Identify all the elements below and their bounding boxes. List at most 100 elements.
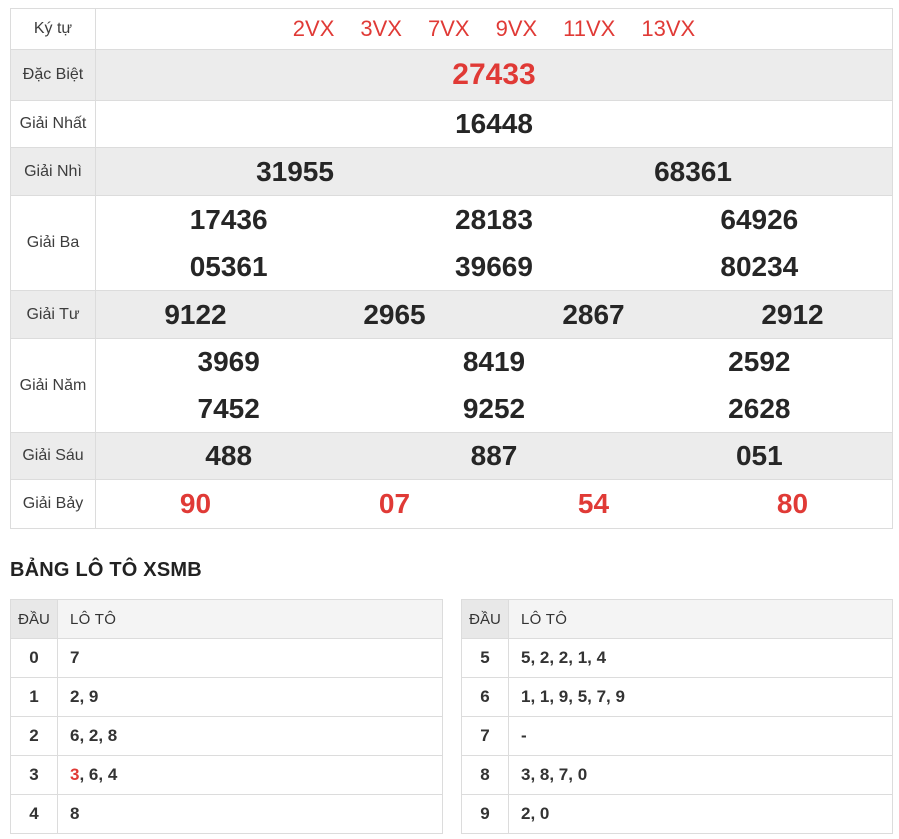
loto-row: 5 5, 2, 2, 1, 4	[462, 638, 892, 677]
loto-values-cell: 6, 2, 8	[58, 717, 442, 755]
prize-value: 90	[179, 488, 212, 519]
loto-values-cell: 2, 0	[509, 795, 892, 833]
row-label: Giải Nhì	[11, 148, 96, 195]
dau-cell: 2	[11, 717, 58, 755]
symbol-codes: 2VX 3VX 7VX 9VX 11VX 13VX	[96, 9, 892, 49]
symbol-code: 13VX	[641, 16, 696, 41]
result-row-giai-nam: Giải Năm 3969 8419 2592 7452 9252 2628	[11, 338, 892, 432]
loto-values: 8	[70, 804, 80, 823]
prize-values: 90 07 54 80	[96, 480, 892, 528]
loto-values: 3, 8, 7, 0	[521, 765, 588, 784]
loto-row: 1 2, 9	[11, 677, 442, 716]
results-table: Ký tự 2VX 3VX 7VX 9VX 11VX 13VX Đặc Biệt…	[10, 8, 893, 529]
prize-value: 2965	[363, 298, 426, 330]
prize-value: 05361	[189, 250, 268, 282]
result-row-giai-tu: Giải Tư 9122 2965 2867 2912	[11, 290, 892, 338]
result-row-giai-nhi: Giải Nhì 31955 68361	[11, 147, 892, 195]
dau-cell: 9	[462, 795, 509, 833]
loto-values-cell: 7	[58, 639, 442, 677]
symbol-code: 3VX	[360, 16, 402, 41]
prize-values: 488 887 051	[96, 433, 892, 479]
row-label: Giải Bảy	[11, 480, 96, 528]
loto-values: 1, 1, 9, 5, 7, 9	[521, 687, 625, 706]
prize-values: 9122 2965 2867 2912	[96, 291, 892, 338]
loto-values: -	[521, 726, 527, 745]
prize-value: 68361	[654, 155, 732, 187]
result-row-ky-tu: Ký tự 2VX 3VX 7VX 9VX 11VX 13VX	[11, 9, 892, 49]
loto-row: 3 3, 6, 4	[11, 755, 442, 794]
loto-tables: ĐẦU LÔ TÔ 0 7 1 2, 9 2 6, 2, 8 3 3, 6, 4…	[10, 599, 893, 834]
prize-values: 27433	[96, 50, 892, 100]
prize-value: 2628	[728, 392, 791, 424]
loto-values: 5, 2, 2, 1, 4	[521, 648, 607, 667]
loto-red-value: 3	[70, 765, 80, 784]
loto-values: 6, 2, 8	[70, 726, 118, 745]
loto-values: , 6, 4	[79, 765, 118, 784]
loto-values-cell: 2, 9	[58, 678, 442, 716]
symbol-code: 7VX	[427, 16, 470, 41]
row-label: Ký tự	[11, 9, 96, 49]
dau-cell: 5	[462, 639, 509, 677]
symbol-code: 11VX	[563, 16, 616, 41]
result-row-giai-sau: Giải Sáu 488 887 051	[11, 432, 892, 479]
dau-cell: 4	[11, 795, 58, 833]
prize-value: 16448	[455, 108, 533, 139]
prize-value: 9252	[462, 392, 526, 424]
dau-header-cell: ĐẦU	[462, 600, 509, 638]
prize-values: 31955 68361	[96, 148, 892, 195]
loto-row: 4 8	[11, 794, 442, 833]
prize-value: 27433	[452, 58, 536, 91]
dau-cell: 0	[11, 639, 58, 677]
loto-header-row: ĐẦU LÔ TÔ	[11, 600, 442, 638]
dau-cell: 3	[11, 756, 58, 794]
loto-header-cell: LÔ TÔ	[58, 600, 442, 638]
loto-values: 2, 0	[521, 804, 550, 823]
symbol-code: 2VX	[292, 16, 335, 41]
prize-value: 9122	[164, 298, 227, 330]
loto-row: 6 1, 1, 9, 5, 7, 9	[462, 677, 892, 716]
prize-value: 28183	[455, 203, 533, 235]
loto-section-heading: BẢNG LÔ TÔ XSMB	[10, 559, 202, 581]
row-label: Giải Năm	[11, 339, 96, 432]
prize-value: 887	[470, 440, 518, 471]
row-label: Giải Nhất	[11, 101, 96, 147]
loto-values: 2, 9	[70, 687, 99, 706]
loto-values-cell: 3, 6, 4	[58, 756, 442, 794]
lottery-results-page: Ký tự 2VX 3VX 7VX 9VX 11VX 13VX Đặc Biệt…	[0, 0, 899, 834]
prize-values: 17436 28183 64926 05361 39669 80234	[96, 196, 892, 290]
prize-value: 051	[735, 440, 783, 471]
loto-row: 0 7	[11, 638, 442, 677]
row-label: Giải Ba	[11, 196, 96, 290]
prize-value: 54	[577, 488, 610, 519]
result-row-dac-biet: Đặc Biệt 27433	[11, 49, 892, 100]
loto-values-cell: -	[509, 717, 892, 755]
dau-header-cell: ĐẦU	[11, 600, 58, 638]
dau-cell: 6	[462, 678, 509, 716]
dau-cell: 1	[11, 678, 58, 716]
dau-cell: 8	[462, 756, 509, 794]
loto-table-left: ĐẦU LÔ TÔ 0 7 1 2, 9 2 6, 2, 8 3 3, 6, 4…	[10, 599, 443, 834]
prize-value: 8419	[462, 346, 526, 378]
prize-value: 2867	[562, 298, 625, 330]
prize-value: 3969	[197, 346, 260, 378]
prize-value: 80	[776, 488, 809, 519]
loto-values: 7	[70, 648, 80, 667]
loto-header-cell: LÔ TÔ	[509, 600, 892, 638]
prize-value: 2592	[728, 346, 791, 378]
dau-cell: 7	[462, 717, 509, 755]
loto-values-cell: 5, 2, 2, 1, 4	[509, 639, 892, 677]
prize-value: 80234	[720, 250, 799, 282]
loto-table-right: ĐẦU LÔ TÔ 5 5, 2, 2, 1, 4 6 1, 1, 9, 5, …	[461, 599, 893, 834]
loto-row: 7 -	[462, 716, 892, 755]
loto-header-row: ĐẦU LÔ TÔ	[462, 600, 892, 638]
row-label: Đặc Biệt	[11, 50, 96, 100]
prize-value: 64926	[720, 203, 799, 235]
row-label: Giải Tư	[11, 291, 96, 338]
result-row-giai-ba: Giải Ba 17436 28183 64926 05361 39669 80…	[11, 195, 892, 290]
prize-value: 39669	[455, 250, 533, 282]
result-row-giai-bay: Giải Bảy 90 07 54 80	[11, 479, 892, 528]
prize-values: 16448	[96, 101, 892, 147]
loto-values-cell: 1, 1, 9, 5, 7, 9	[509, 678, 892, 716]
prize-value: 2912	[761, 298, 824, 330]
loto-row: 8 3, 8, 7, 0	[462, 755, 892, 794]
